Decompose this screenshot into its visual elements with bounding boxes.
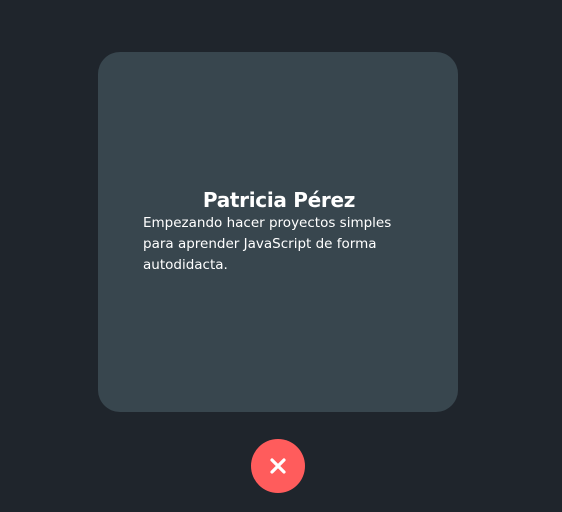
profile-name: Patricia Pérez — [202, 188, 356, 212]
profile-card-content: Patricia Pérez Empezando hacer proyectos… — [143, 187, 415, 276]
profile-card: Patricia Pérez Empezando hacer proyectos… — [98, 52, 458, 412]
page: Patricia Pérez Empezando hacer proyectos… — [0, 0, 562, 512]
close-icon — [269, 457, 287, 475]
profile-bio: Empezando hacer proyectos simples para a… — [143, 215, 392, 273]
close-button[interactable] — [251, 439, 305, 493]
